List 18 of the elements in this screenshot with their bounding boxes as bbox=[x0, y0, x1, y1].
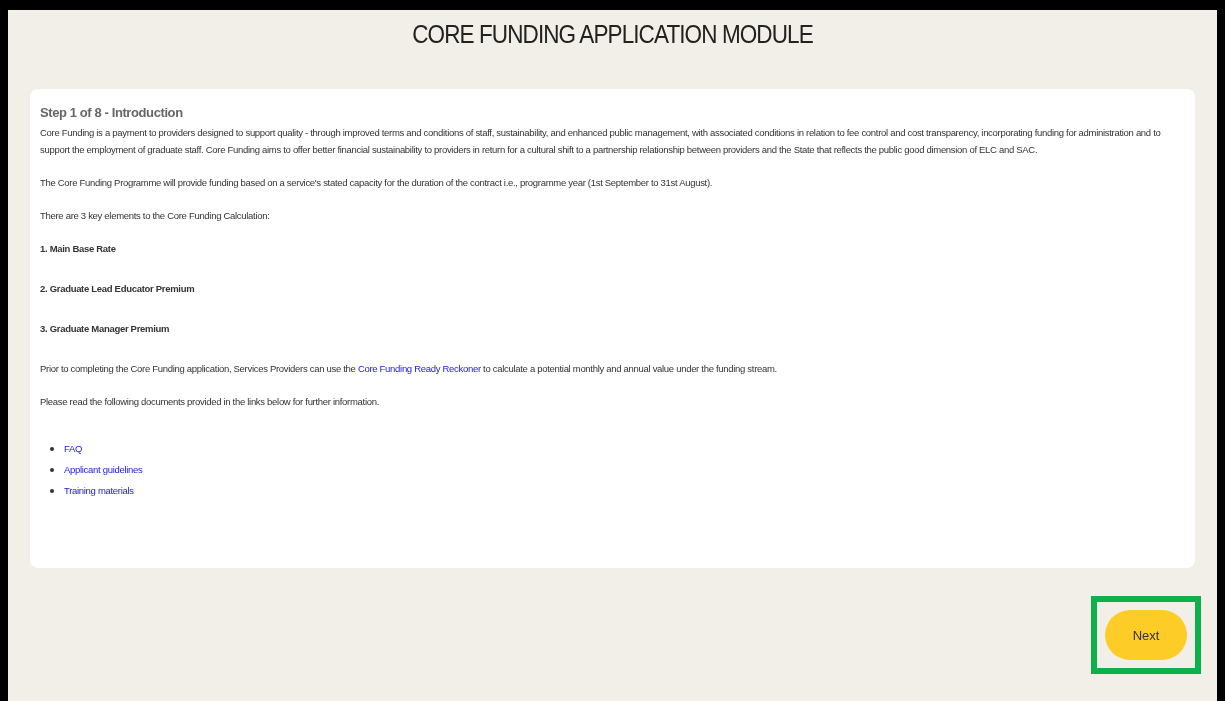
paragraph: Prior to completing the Core Funding application, Services Providers can use the Core Funding Ready Reckoner to calculate a potential monthly and annual value under the funding stream. bbox=[40, 362, 778, 376]
step-heading: Step 1 of 8 - Introduction bbox=[40, 105, 184, 120]
element-heading: 3. Graduate Manager Premium bbox=[40, 322, 171, 336]
paragraph: Please read the following documents provided in the links below for further information. bbox=[40, 395, 381, 409]
element-heading: 1. Main Base Rate bbox=[40, 242, 117, 256]
document-link[interactable]: FAQ bbox=[64, 438, 83, 459]
document-link[interactable]: Training materials bbox=[64, 480, 134, 501]
bullet-icon bbox=[50, 488, 54, 493]
element-heading: 2. Graduate Lead Educator Premium bbox=[40, 282, 196, 296]
bullet-icon bbox=[50, 446, 54, 451]
paragraph: There are 3 key elements to the Core Funding Calculation: bbox=[40, 209, 271, 223]
page-title: CORE FUNDING APPLICATION MODULE bbox=[411, 20, 814, 49]
next-button[interactable]: Next bbox=[1105, 610, 1187, 660]
paragraph: The Core Funding Programme will provide funding based on a service's stated capacity for the duration of the contract i.e., programme year (1st September to 31st August). bbox=[40, 176, 714, 190]
document-link[interactable]: Applicant guidelines bbox=[64, 459, 143, 480]
bullet-icon bbox=[50, 467, 54, 472]
reckoner-link[interactable]: Core Funding Ready Reckoner bbox=[357, 363, 481, 374]
paragraph: Core Funding is a payment to providers designed to support quality - through improved terms and conditions of staff, sustainability, and enhanced public management, with associated conditions in relation to fee control and cost transparency, incorporating funding for administration and to support the employment of graduate staff. Core Funding aims to offer better financial sustainability to providers in return for a cultural shift to a partnership relationship between providers and the State that reflects the public good dimension of ELC and SAC. bbox=[40, 126, 1162, 157]
